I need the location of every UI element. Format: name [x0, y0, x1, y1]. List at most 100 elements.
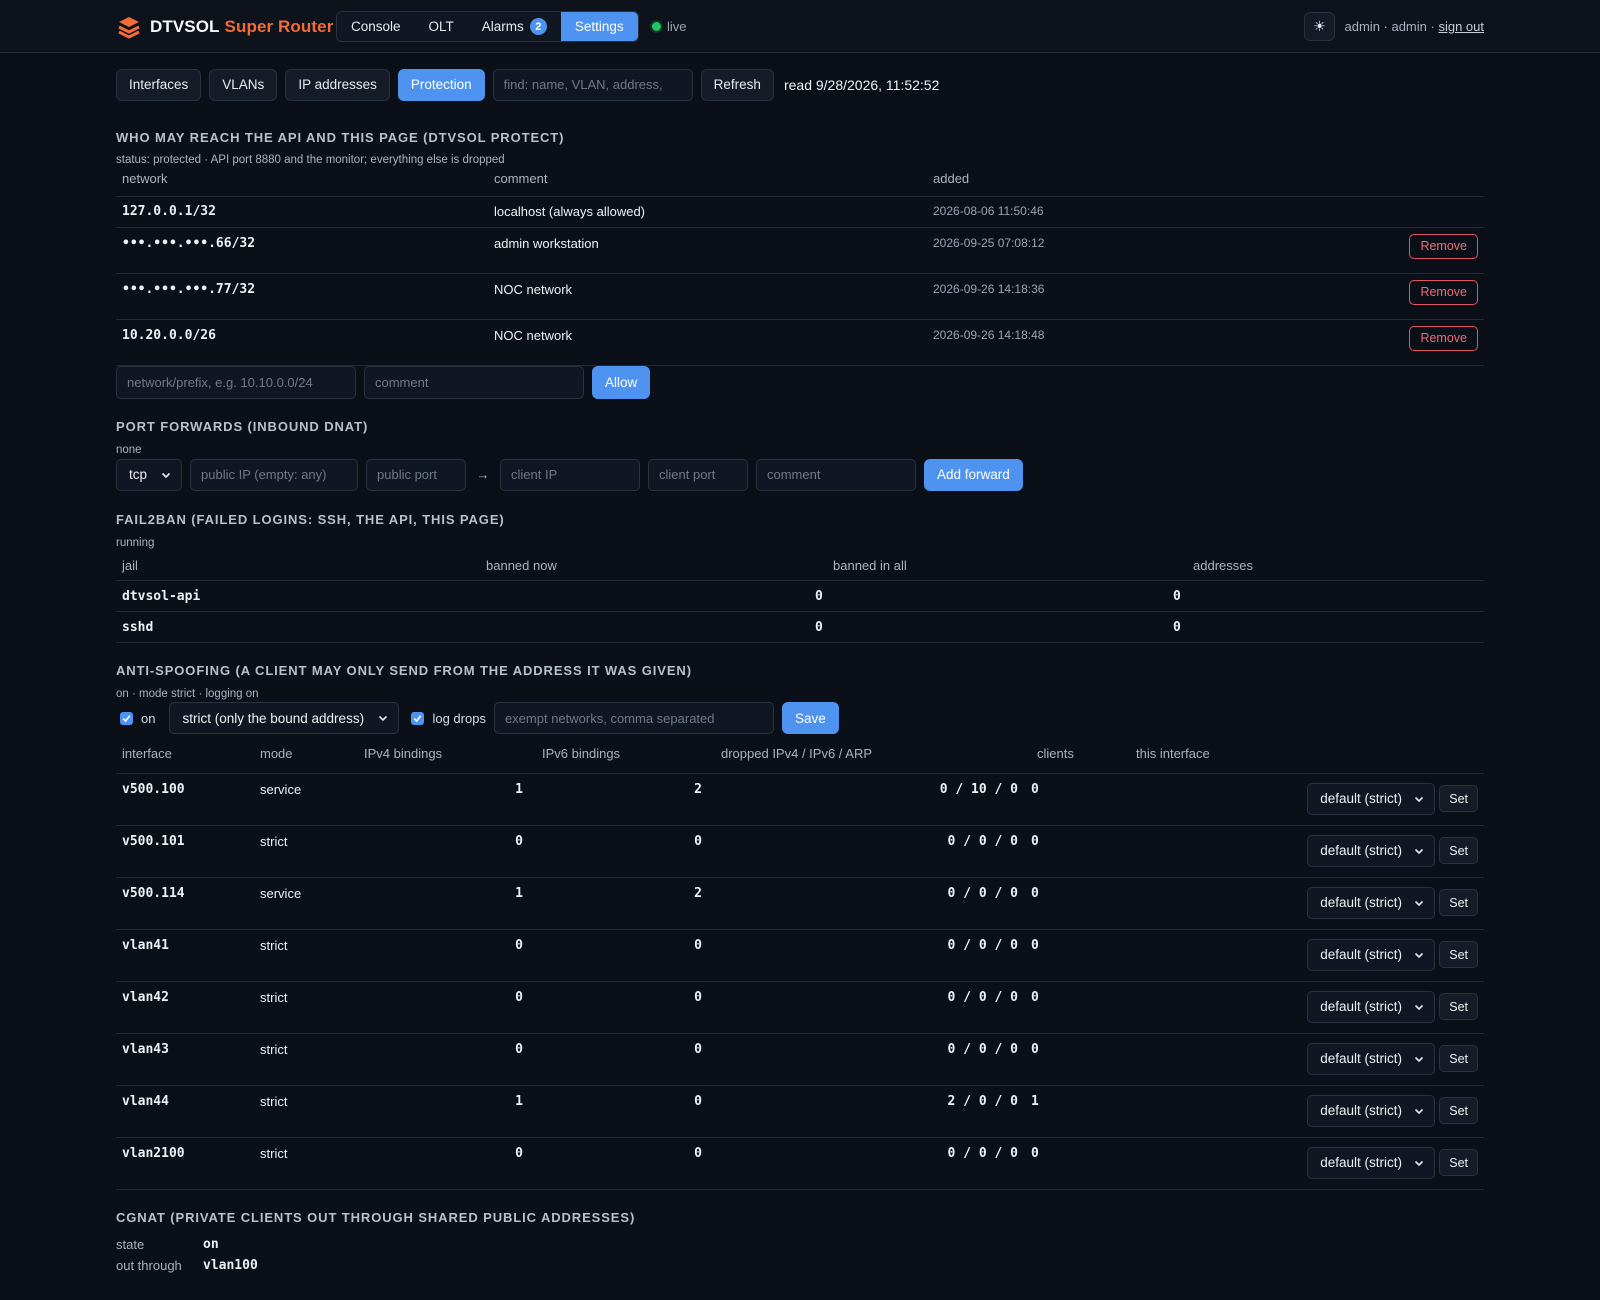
interface-mode-select[interactable]: default (strict) [1307, 1042, 1436, 1075]
added-cell: 2026-09-25 07:08:12 [933, 235, 1045, 250]
comment-cell: NOC network [494, 327, 573, 343]
save-button[interactable]: Save [781, 702, 839, 734]
antispoof-form: on strict (only the bound address) log d… [116, 702, 1484, 734]
fail2ban-status: running [116, 536, 155, 549]
banned-now-cell [480, 612, 827, 643]
interface-mode-cell: default (strict) Set [1130, 1085, 1484, 1137]
protect-comment-input[interactable] [364, 365, 584, 399]
interface-mode-cell: default (strict) Set [1130, 929, 1484, 981]
interface-mode-value: default (strict) [1320, 895, 1403, 910]
allow-button[interactable]: Allow [592, 365, 651, 399]
client-ip-input[interactable] [500, 458, 640, 491]
table-row: vlan43 strict 0 0 0 / 0 / 0 0 default (strict)… [116, 1033, 1484, 1085]
search-input[interactable] [492, 68, 693, 101]
forward-comment-input[interactable] [756, 458, 916, 491]
live-label: live [667, 19, 687, 34]
mode-select[interactable]: strict (only the bound address) [169, 702, 400, 734]
interface-mode-select[interactable]: default (strict) [1307, 782, 1436, 815]
antispoof-title: ANTI-SPOOFING (A CLIENT MAY ONLY SEND FR… [116, 663, 692, 678]
interface-mode-select[interactable]: default (strict) [1307, 990, 1436, 1023]
client-port-input[interactable] [648, 458, 748, 491]
table-row: •••.•••.•••.77/32 NOC network 2026-09-26… [116, 273, 1484, 319]
mode-value: strict (only the bound address) [182, 710, 365, 726]
set-button[interactable]: Set [1439, 837, 1478, 864]
brand-name: DTVSOL Super Router [150, 17, 333, 37]
interface-mode-select[interactable]: default (strict) [1307, 938, 1436, 971]
log-drops-checkbox[interactable] [411, 711, 425, 725]
table-row: 127.0.0.1/32 localhost (always allowed) … [116, 196, 1484, 227]
mode-cell: service [260, 781, 302, 797]
ipv6-cell: 0 [694, 1145, 702, 1161]
user-text: admin · admin · [1344, 19, 1435, 34]
set-button[interactable]: Set [1439, 1149, 1478, 1176]
col-ipv6: IPv6 bindings [542, 746, 621, 761]
clients-cell: 0 [1031, 1145, 1039, 1161]
nav-console[interactable]: Console [337, 12, 415, 41]
protocol-select[interactable]: tcp [116, 458, 182, 491]
interface-mode-value: default (strict) [1320, 1155, 1403, 1170]
nav-console-label: Console [351, 19, 401, 34]
add-forward-button[interactable]: Add forward [924, 458, 1023, 491]
interface-mode-cell: default (strict) Set [1130, 1137, 1484, 1189]
theme-toggle-button[interactable]: ☀ [1304, 12, 1335, 41]
remove-button[interactable]: Remove [1409, 279, 1478, 305]
ipv4-cell: 0 [515, 937, 523, 953]
jail-cell: sshd [122, 619, 154, 635]
interface-mode-cell: default (strict) Set [1130, 877, 1484, 929]
tab-interfaces[interactable]: Interfaces [116, 68, 202, 101]
exempt-networks-input[interactable] [493, 702, 774, 734]
user-info: admin · admin · sign out [1345, 19, 1484, 34]
fail2ban-section: FAIL2BAN (FAILED LOGINS: SSH, THE API, T… [116, 512, 1484, 644]
tab-ip-addresses[interactable]: IP addresses [285, 68, 390, 101]
ipv4-cell: 1 [515, 1093, 523, 1109]
table-row: •••.•••.•••.66/32 admin workstation 2026… [116, 227, 1484, 273]
tab-vlans[interactable]: VLANs [209, 68, 278, 101]
protocol-value: tcp [129, 467, 148, 482]
interface-mode-select[interactable]: default (strict) [1307, 886, 1436, 919]
interface-mode-select[interactable]: default (strict) [1307, 1146, 1436, 1179]
banned-all-cell: 0 [815, 619, 823, 635]
chevron-down-icon [1415, 1056, 1424, 1062]
on-checkbox[interactable] [120, 711, 133, 725]
interface-mode-value: default (strict) [1320, 947, 1403, 962]
sign-out-link[interactable]: sign out [1438, 19, 1484, 34]
remove-button[interactable]: Remove [1409, 325, 1478, 351]
remove-button[interactable]: Remove [1409, 233, 1478, 259]
cgnat-state: state on [116, 1237, 1484, 1252]
nav-settings[interactable]: Settings [560, 12, 638, 41]
set-button[interactable]: Set [1439, 1097, 1478, 1124]
public-port-input[interactable] [366, 458, 466, 491]
cgnat-state-value: on [203, 1236, 219, 1252]
log-drops-label: log drops [432, 710, 486, 726]
network-cell: •••.•••.•••.66/32 [122, 235, 256, 251]
public-ip-input[interactable] [190, 458, 358, 491]
interface-mode-select[interactable]: default (strict) [1307, 834, 1436, 867]
set-button[interactable]: Set [1439, 889, 1478, 916]
col-dropped: dropped IPv4 / IPv6 / ARP [721, 746, 873, 761]
ipv4-cell: 1 [515, 781, 523, 797]
ipv6-cell: 2 [694, 781, 702, 797]
brand[interactable]: DTVSOL Super Router [116, 14, 333, 40]
col-comment: comment [494, 171, 548, 186]
banned-now-cell [480, 581, 827, 612]
interface-mode-select[interactable]: default (strict) [1307, 1094, 1436, 1127]
nav-settings-label: Settings [574, 19, 624, 34]
refresh-button[interactable]: Refresh [700, 68, 774, 101]
protect-add-form: Allow [116, 365, 1484, 399]
set-button[interactable]: Set [1439, 941, 1478, 968]
interface-mode-value: default (strict) [1320, 1103, 1403, 1118]
set-button[interactable]: Set [1439, 785, 1478, 812]
live-dot-icon [652, 22, 661, 31]
set-button[interactable]: Set [1439, 1045, 1478, 1072]
col-ipv4: IPv4 bindings [364, 746, 443, 761]
dropped-cell: 0 / 0 / 0 [947, 885, 1018, 901]
nav-alarms[interactable]: Alarms 2 [468, 12, 561, 41]
network-prefix-input[interactable] [116, 365, 356, 399]
chevron-down-icon [1415, 1004, 1424, 1010]
interface-mode-value: default (strict) [1320, 999, 1403, 1014]
nav-olt[interactable]: OLT [415, 12, 468, 41]
alarms-count-badge: 2 [529, 18, 547, 35]
set-button[interactable]: Set [1439, 993, 1478, 1020]
cgnat-out-key: out through [116, 1257, 182, 1273]
tab-protection[interactable]: Protection [397, 68, 485, 101]
